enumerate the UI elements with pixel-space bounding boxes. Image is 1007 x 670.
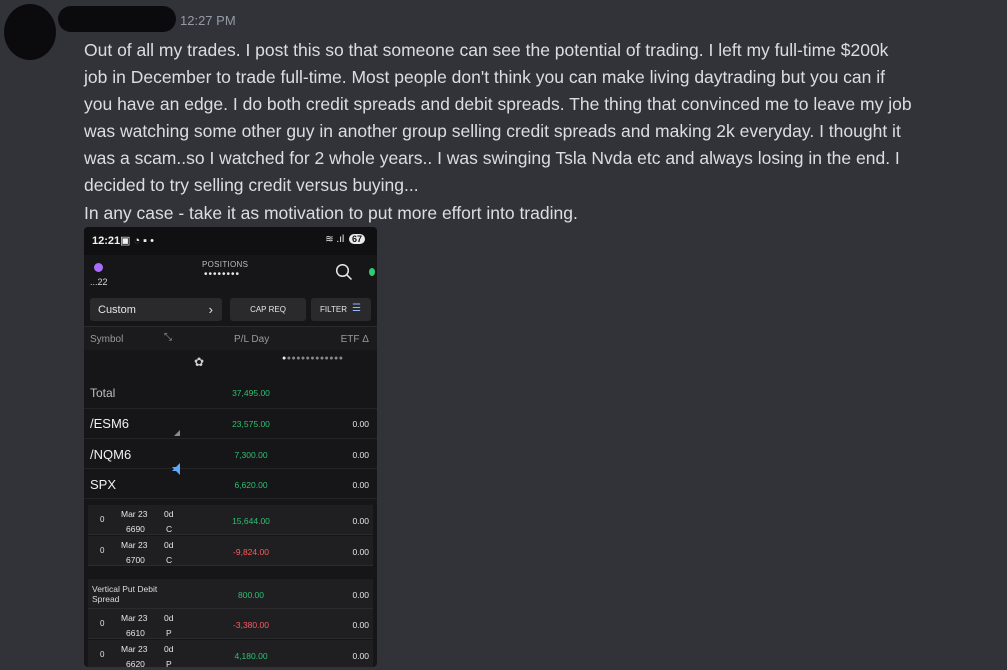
strategy-group-row[interactable]: Vertical Put Debit Spread 800.00 0.00	[88, 579, 373, 609]
attached-screenshot[interactable]: 12:21 ▣ ◔ ▪ • ≋ .ıl 67 ...22 POSITIONS •…	[84, 227, 377, 667]
wifi-icon: ≋	[325, 234, 334, 245]
option-strike: 6620	[126, 659, 145, 667]
symbol-pl: 6,620.00	[234, 480, 268, 490]
expand-icon[interactable]: ⤡	[164, 332, 172, 343]
strategy-label: Vertical Put Debit Spread	[92, 584, 158, 604]
message-line: was watching some other guy in another g…	[84, 121, 901, 142]
total-label: Total	[90, 386, 116, 400]
option-row[interactable]: 0 Mar 23 0d 6690 C 15,644.00 0.00	[88, 505, 373, 535]
signal-icons: ≋ .ıl 67	[325, 234, 365, 245]
symbol-row[interactable]: SPX 6,620.00 0.00	[84, 469, 377, 499]
symbol-name: /ESM6	[90, 416, 130, 431]
symbol-name: SPX	[90, 477, 117, 492]
option-qty: 0	[100, 546, 105, 555]
view-label: Custom	[98, 304, 136, 316]
symbol-row[interactable]: /ESM6 23,575.00 0.00	[84, 409, 377, 439]
signal-icon: .ıl	[336, 234, 345, 245]
account-color-dot	[94, 263, 103, 272]
option-dte: 0d	[164, 644, 174, 654]
option-pl: 4,180.00	[234, 651, 268, 661]
message-line: Out of all my trades. I post this so tha…	[84, 40, 889, 60]
column-header: Symbol ⤡ P/L Day ETF Δ	[84, 326, 377, 350]
symbol-etf: 0.00	[352, 450, 369, 460]
message-line: you have an edge. I do both credit sprea…	[84, 94, 912, 115]
symbol-name: /NQM6	[90, 447, 132, 462]
option-type: P	[166, 659, 172, 667]
total-row: Total 37,495.00	[84, 377, 377, 409]
option-strike: 6690	[126, 524, 145, 534]
positions-header: ...22 POSITIONS ••••••••	[84, 255, 377, 295]
strategy-etf: 0.00	[352, 590, 369, 600]
symbol-row[interactable]: /NQM6 7,300.00 0.00	[84, 439, 377, 469]
option-expiry: Mar 23	[121, 644, 148, 654]
option-strike: 6700	[126, 555, 145, 565]
redacted-username[interactable]	[58, 6, 176, 32]
symbol-etf: 0.00	[352, 419, 369, 429]
option-qty: 0	[100, 619, 105, 628]
symbol-pl: 7,300.00	[234, 450, 268, 460]
option-strike: 6610	[126, 628, 145, 638]
strategy-pl: 800.00	[238, 590, 264, 600]
option-qty: 0	[100, 650, 105, 659]
message-line: In any case - take it as motivation to p…	[84, 202, 578, 223]
column-pl-day[interactable]: P/L Day	[234, 334, 269, 345]
controls-bar: Custom › CAP REQ FILTER ☰	[84, 298, 377, 324]
notification-icons: ▣ ◔ ▪ •	[120, 235, 154, 247]
page-title: POSITIONS	[202, 260, 249, 269]
symbol-etf: 0.00	[352, 480, 369, 490]
option-dte: 0d	[164, 613, 174, 623]
option-type: C	[166, 524, 173, 534]
cap-req-label: CAP REQ	[250, 305, 286, 314]
symbol-pl: 23,575.00	[232, 419, 270, 429]
option-row[interactable]: 0 Mar 23 0d 6700 C -9,824.00 0.00	[88, 536, 373, 566]
filter-icon: ☰	[352, 303, 361, 314]
account-number[interactable]: ...22	[90, 277, 108, 287]
message-line: job in December to trade full-time. Most…	[84, 67, 885, 88]
message-line: decided to try selling credit versus buy…	[84, 175, 419, 196]
option-etf: 0.00	[352, 620, 369, 630]
corner-marker-icon	[174, 430, 180, 436]
option-expiry: Mar 23	[121, 613, 148, 623]
filter-button[interactable]: FILTER ☰	[311, 298, 371, 321]
option-expiry: Mar 23	[121, 540, 148, 550]
option-pl: -3,380.00	[233, 620, 269, 630]
column-etf-delta[interactable]: ETF Δ	[341, 334, 369, 345]
option-type: P	[166, 628, 172, 638]
option-etf: 0.00	[352, 651, 369, 661]
column-symbol[interactable]: Symbol	[90, 334, 123, 345]
corner-marker-icon	[172, 467, 180, 475]
battery-icon: 67	[348, 234, 365, 244]
option-expiry: Mar 23	[121, 509, 148, 519]
option-pl: -9,824.00	[233, 547, 269, 557]
redacted-avatar[interactable]	[4, 4, 56, 60]
status-dot	[369, 268, 375, 276]
view-selector-button[interactable]: Custom ›	[90, 298, 222, 321]
option-type: C	[166, 555, 173, 565]
option-dte: 0d	[164, 509, 174, 519]
message-line: was a scam..so I watched for 2 whole yea…	[84, 148, 900, 169]
masked-value: ••••••••	[204, 269, 241, 280]
option-pl: 15,644.00	[232, 516, 270, 526]
option-row[interactable]: 0 Mar 23 0d 6610 P -3,380.00 0.00	[88, 609, 373, 639]
column-page-indicator: ●●●●●●●●●●●●●	[282, 355, 344, 362]
option-etf: 0.00	[352, 516, 369, 526]
phone-status-bar: 12:21 ▣ ◔ ▪ • ≋ .ıl 67	[84, 227, 377, 255]
filter-label: FILTER	[320, 305, 347, 314]
chevron-right-icon: ›	[208, 302, 213, 317]
gear-icon[interactable]: ✿	[194, 355, 204, 369]
option-etf: 0.00	[352, 547, 369, 557]
search-icon[interactable]	[335, 263, 353, 281]
option-row[interactable]: 0 Mar 23 0d 6620 P 4,180.00 0.00	[88, 640, 373, 667]
cap-req-button[interactable]: CAP REQ	[230, 298, 306, 321]
option-qty: 0	[100, 515, 105, 524]
status-time: 12:21	[92, 235, 121, 247]
total-pl: 37,495.00	[232, 388, 270, 398]
message-body: Out of all my trades. I post this so tha…	[84, 37, 994, 227]
message-timestamp: 12:27 PM	[180, 13, 236, 28]
option-dte: 0d	[164, 540, 174, 550]
